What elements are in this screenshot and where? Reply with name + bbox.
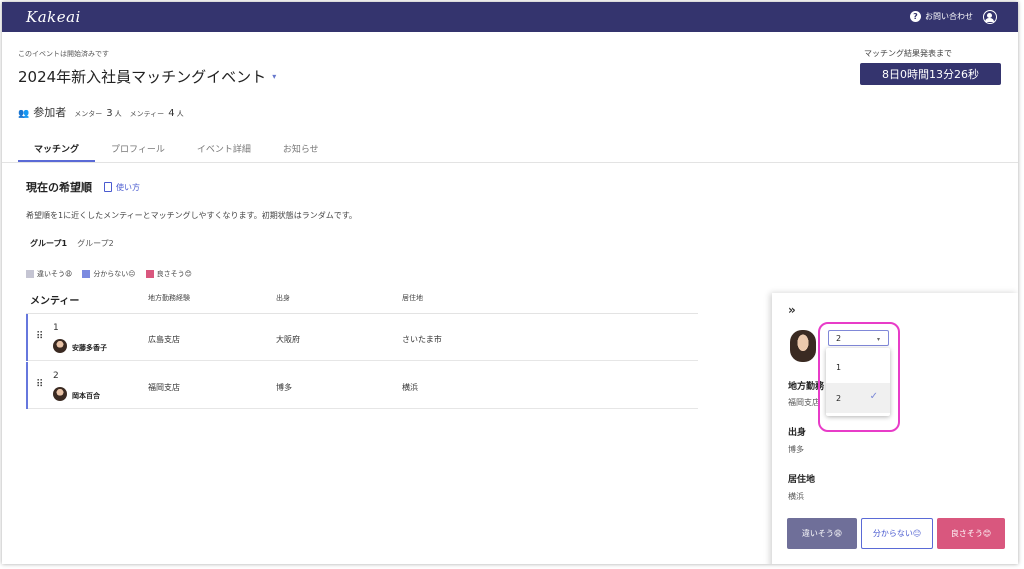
- avatar: [790, 330, 816, 362]
- legend-item-unknown: 分からない😐: [82, 269, 136, 279]
- countdown-timer: 8日0時間13分26秒: [860, 63, 1001, 85]
- cell-origin: 大阪府: [276, 335, 300, 344]
- row-rank: 1: [53, 323, 59, 333]
- document-icon: [104, 182, 112, 192]
- legend-swatch-unknown: [82, 270, 91, 278]
- legend-swatch-good: [145, 270, 154, 278]
- kakeai-logo[interactable]: Kakeai: [26, 8, 81, 26]
- contact-label: お問い合わせ: [925, 12, 973, 21]
- event-status-notice: このイベントは開始済みです: [18, 50, 109, 58]
- tab-matching[interactable]: マッチング: [18, 136, 96, 162]
- mentee-name: 安藤多香子: [72, 344, 107, 352]
- cell-residence: さいたま市: [402, 335, 442, 344]
- mentee-count: 4: [168, 108, 175, 119]
- tab-profile[interactable]: プロフィール: [95, 136, 181, 162]
- group-tabs: グループ1 グループ2: [30, 238, 124, 249]
- cell-residence: 横浜: [402, 383, 418, 392]
- people-icon: 👥: [18, 109, 30, 119]
- field-label-origin: 出身: [788, 428, 807, 438]
- legend-label-good: 良さそう😊: [156, 270, 192, 278]
- mentor-count: 3: [106, 108, 113, 119]
- mentor-unit: 人: [114, 110, 122, 118]
- event-title-selector[interactable]: 2024年新入社員マッチングイベント ▾: [18, 66, 276, 87]
- rate-good-button[interactable]: 良さそう😊: [937, 518, 1005, 549]
- group-tab-1[interactable]: グループ1: [30, 238, 67, 249]
- rating-legend: 違いそう😩 分からない😐 良さそう😊: [26, 269, 202, 279]
- rate-unknown-button[interactable]: 分からない😐: [861, 518, 933, 549]
- how-to-link[interactable]: 使い方: [104, 182, 140, 193]
- mentee-unit: 人: [176, 110, 184, 118]
- field-value-origin: 博多: [788, 445, 804, 454]
- field-value-branch: 福岡支店: [788, 398, 820, 407]
- event-title: 2024年新入社員マッチングイベント: [18, 68, 267, 86]
- mentor-label: メンター: [74, 110, 103, 118]
- table-header: メンティー 地方勤務経験 出身 居住地: [26, 291, 698, 313]
- mentee-label: メンティー: [129, 110, 165, 118]
- collapse-panel-icon[interactable]: »: [788, 303, 796, 317]
- drag-handle-icon[interactable]: ⠿: [36, 379, 43, 390]
- legend-label-bad: 違いそう😩: [37, 270, 73, 278]
- mentee-name: 岡本百合: [72, 392, 100, 400]
- chevron-down-icon: ▾: [272, 72, 277, 81]
- row-rank: 2: [53, 371, 59, 381]
- contact-link[interactable]: ? お問い合わせ: [910, 11, 973, 22]
- column-header-origin: 出身: [276, 294, 290, 302]
- countdown-label: マッチング結果発表まで: [864, 49, 952, 58]
- cell-branch: 広島支店: [148, 335, 180, 344]
- field-value-residence: 横浜: [788, 492, 804, 501]
- mentee-detail-panel: » 地方勤務 福岡支店 出身 博多 居住地 横浜 2 ▾ 1 2 ✓ 違いそう😩…: [772, 293, 1018, 564]
- rate-bad-button[interactable]: 違いそう😩: [787, 518, 857, 549]
- column-header-residence: 居住地: [402, 294, 423, 302]
- section-header: 現在の希望順 使い方: [26, 179, 140, 195]
- tab-bar: マッチング プロフィール イベント詳細 お知らせ: [18, 136, 335, 162]
- top-bar: Kakeai ? お問い合わせ: [2, 2, 1018, 32]
- table-row[interactable]: ⠿ 1 安藤多香子 広島支店 大阪府 さいたま市: [26, 314, 698, 361]
- tab-divider: [2, 162, 1018, 163]
- column-header-branch: 地方勤務経験: [148, 294, 190, 302]
- cell-origin: 博多: [276, 383, 292, 392]
- section-description: 希望順を1に近くしたメンティーとマッチングしやすくなります。初期状態はランダムで…: [26, 211, 357, 220]
- tab-notices[interactable]: お知らせ: [267, 136, 335, 162]
- help-icon: ?: [910, 11, 921, 22]
- field-label-residence: 居住地: [788, 475, 816, 485]
- participants-summary: 👥 参加者 メンター 3 人 メンティー 4 人: [18, 104, 184, 120]
- row-rating-bar: [26, 314, 28, 361]
- legend-swatch-bad: [26, 270, 34, 278]
- tab-event-details[interactable]: イベント詳細: [181, 136, 267, 162]
- legend-item-good: 良さそう😊: [145, 269, 192, 279]
- avatar: [53, 339, 67, 353]
- app-window: Kakeai ? お問い合わせ このイベントは開始済みです 2024年新入社員マ…: [2, 2, 1018, 564]
- user-account-icon[interactable]: [983, 10, 997, 24]
- legend-item-bad: 違いそう😩: [26, 269, 72, 279]
- column-header-mentee: メンティー: [30, 296, 80, 307]
- table-row[interactable]: ⠿ 2 岡本百合 福岡支店 博多 横浜: [26, 362, 698, 409]
- drag-handle-icon[interactable]: ⠿: [36, 331, 43, 342]
- how-to-label: 使い方: [116, 182, 140, 192]
- legend-label-unknown: 分からない😐: [93, 270, 136, 278]
- annotation-highlight: [818, 322, 900, 432]
- section-title: 現在の希望順: [26, 181, 92, 194]
- group-tab-2[interactable]: グループ2: [77, 238, 114, 249]
- participants-label: 参加者: [33, 106, 67, 119]
- row-rating-bar: [26, 362, 28, 409]
- cell-branch: 福岡支店: [148, 383, 180, 392]
- avatar: [53, 387, 67, 401]
